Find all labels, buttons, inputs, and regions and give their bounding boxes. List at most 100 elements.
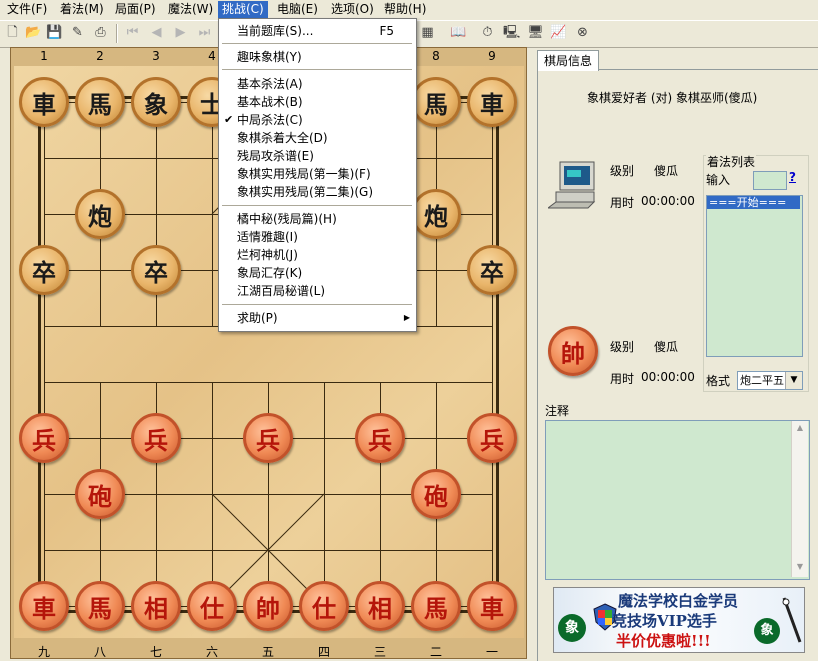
menu-item-mate-encyclopedia[interactable]: 象棋杀着大全(D) — [219, 129, 416, 147]
red-piece[interactable]: 帥 — [243, 581, 293, 631]
new-file-icon[interactable]: 🗋 — [4, 24, 21, 41]
stop-icon[interactable]: ⊗ — [574, 24, 591, 41]
red-piece[interactable]: 砲 — [411, 469, 461, 519]
red-piece[interactable]: 車 — [19, 581, 69, 631]
red-piece[interactable]: 砲 — [75, 469, 125, 519]
black-piece[interactable]: 馬 — [75, 77, 125, 127]
menu-item-jianghu-baiju[interactable]: 江湖百局秘谱(L) — [219, 282, 416, 300]
menu-item-shiqing-yaqu[interactable]: 适情雅趣(I) — [219, 228, 416, 246]
menu-item-lanke-shenji[interactable]: 烂柯神机(J) — [219, 246, 416, 264]
edit-icon[interactable]: ✎ — [69, 24, 86, 41]
book-icon[interactable]: 📖 — [450, 24, 467, 41]
notes-scrollbar[interactable]: ▲ ▼ — [791, 421, 808, 577]
moves-group-label: 着法列表 — [706, 153, 757, 170]
first-move-icon[interactable]: ⏮ — [124, 24, 141, 41]
menu-item-fun-chess[interactable]: 趣味象棋(Y) — [219, 48, 416, 66]
move-input-field[interactable] — [753, 171, 787, 190]
black-piece[interactable]: 卒 — [131, 245, 181, 295]
menu-options[interactable]: 选项(O) — [327, 1, 378, 18]
moves-list-start-item[interactable]: ===开始=== — [707, 196, 800, 209]
black-piece[interactable]: 象 — [131, 77, 181, 127]
menu-item-endgame-attack[interactable]: 残局攻杀谱(E) — [219, 147, 416, 165]
bottom-time-label: 用时 — [610, 372, 635, 386]
menu-item-juzhongmi[interactable]: 橘中秘(残局篇)(H) — [219, 210, 416, 228]
menu-computer[interactable]: 电脑(E) — [273, 1, 322, 18]
file-label-bottom: 七 — [149, 645, 162, 659]
black-piece[interactable]: 卒 — [467, 245, 517, 295]
notes-label: 注释 — [545, 404, 570, 418]
red-piece[interactable]: 仕 — [299, 581, 349, 631]
scroll-down-icon[interactable]: ▼ — [794, 562, 806, 575]
menu-separator — [222, 304, 412, 306]
monitor-icon[interactable]: 🖥 — [527, 24, 544, 41]
menu-moves[interactable]: 着法(M) — [56, 1, 108, 18]
menu-item-practical-endgames-1[interactable]: 象棋实用残局(第一集)(F) — [219, 165, 416, 183]
format-select[interactable]: 炮二平五 ▼ — [737, 371, 803, 390]
save-icon[interactable]: 💾 — [46, 24, 63, 41]
notes-textarea[interactable] — [545, 420, 810, 580]
menu-item-middlegame-mates[interactable]: ✔ 中局杀法(C) — [219, 111, 416, 129]
open-folder-icon[interactable]: 📂 — [25, 24, 42, 41]
computer-player-icon — [546, 158, 598, 216]
menu-item-practical-endgames-2[interactable]: 象棋实用残局(第二集)(G) — [219, 183, 416, 201]
menu-magic[interactable]: 魔法(W) — [164, 1, 217, 18]
promo-banner[interactable]: 象 魔法学校白金学员 竞技场VIP选手 半价优惠啦!!! 象 — [553, 587, 805, 653]
top-level-label: 级别 — [610, 164, 635, 178]
top-time-label: 用时 — [610, 196, 635, 210]
red-piece[interactable]: 相 — [131, 581, 181, 631]
last-move-icon[interactable]: ⏭ — [196, 24, 213, 41]
computer-icon[interactable]: 🖳 — [503, 24, 520, 41]
bottom-time-value: 00:00:00 — [641, 370, 695, 384]
menu-file[interactable]: 文件(F) — [3, 1, 51, 18]
chart-icon[interactable]: 📈 — [550, 24, 567, 41]
black-piece[interactable]: 炮 — [411, 189, 461, 239]
file-label-top: 2 — [96, 49, 104, 63]
red-piece[interactable]: 兵 — [19, 413, 69, 463]
menu-item-ask-help[interactable]: 求助(P) ▶ — [219, 309, 416, 327]
bottom-level-value: 傻瓜 — [654, 340, 679, 354]
red-piece[interactable]: 兵 — [131, 413, 181, 463]
checkmark-icon: ✔ — [224, 113, 234, 126]
menu-challenge[interactable]: 挑战(C) — [218, 1, 268, 18]
menu-help[interactable]: 帮助(H) — [380, 1, 430, 18]
red-piece[interactable]: 仕 — [187, 581, 237, 631]
file-label-bottom: 五 — [261, 645, 274, 659]
board-setup-icon[interactable]: ▦ — [419, 24, 436, 41]
red-piece[interactable]: 兵 — [243, 413, 293, 463]
top-time-value: 00:00:00 — [641, 194, 695, 208]
menu-item-current-problem-set[interactable]: 当前题库(S)... F5 — [219, 22, 416, 40]
red-piece[interactable]: 兵 — [467, 413, 517, 463]
menu-separator — [222, 205, 412, 207]
red-piece[interactable]: 相 — [355, 581, 405, 631]
menu-item-xiangju-huicun[interactable]: 象局汇存(K) — [219, 264, 416, 282]
print-icon[interactable]: ⎙ — [92, 24, 109, 41]
file-label-bottom: 六 — [205, 645, 218, 659]
top-level-value: 傻瓜 — [654, 164, 679, 178]
red-piece[interactable]: 馬 — [411, 581, 461, 631]
red-piece[interactable]: 兵 — [355, 413, 405, 463]
file-label-bottom: 四 — [317, 645, 330, 659]
black-piece[interactable]: 炮 — [75, 189, 125, 239]
scroll-up-icon[interactable]: ▲ — [794, 423, 806, 436]
banner-line-1: 魔法学校白金学员 — [618, 592, 739, 610]
red-piece[interactable]: 馬 — [75, 581, 125, 631]
file-label-top: 1 — [40, 49, 48, 63]
next-move-icon[interactable]: ▶ — [172, 24, 189, 41]
black-piece[interactable]: 卒 — [19, 245, 69, 295]
banner-right-badge: 象 — [754, 618, 780, 644]
clock-icon[interactable]: ⏱ — [479, 24, 496, 41]
banner-line-2: 竞技场VIP选手 — [612, 612, 717, 630]
black-piece[interactable]: 馬 — [411, 77, 461, 127]
menu-bar: 文件(F) 着法(M) 局面(P) 魔法(W) 挑战(C) 电脑(E) 选项(O… — [0, 0, 818, 19]
menu-item-basic-tactics[interactable]: 基本战术(B) — [219, 93, 416, 111]
help-link[interactable]: ? — [789, 170, 796, 184]
black-piece[interactable]: 車 — [19, 77, 69, 127]
prev-move-icon[interactable]: ◀ — [148, 24, 165, 41]
menu-position[interactable]: 局面(P) — [111, 1, 160, 18]
tab-game-info[interactable]: 棋局信息 — [537, 50, 599, 71]
red-piece[interactable]: 車 — [467, 581, 517, 631]
menu-item-basic-mates[interactable]: 基本杀法(A) — [219, 75, 416, 93]
black-piece[interactable]: 車 — [467, 77, 517, 127]
chevron-down-icon[interactable]: ▼ — [785, 372, 802, 389]
moves-list[interactable] — [706, 195, 803, 357]
